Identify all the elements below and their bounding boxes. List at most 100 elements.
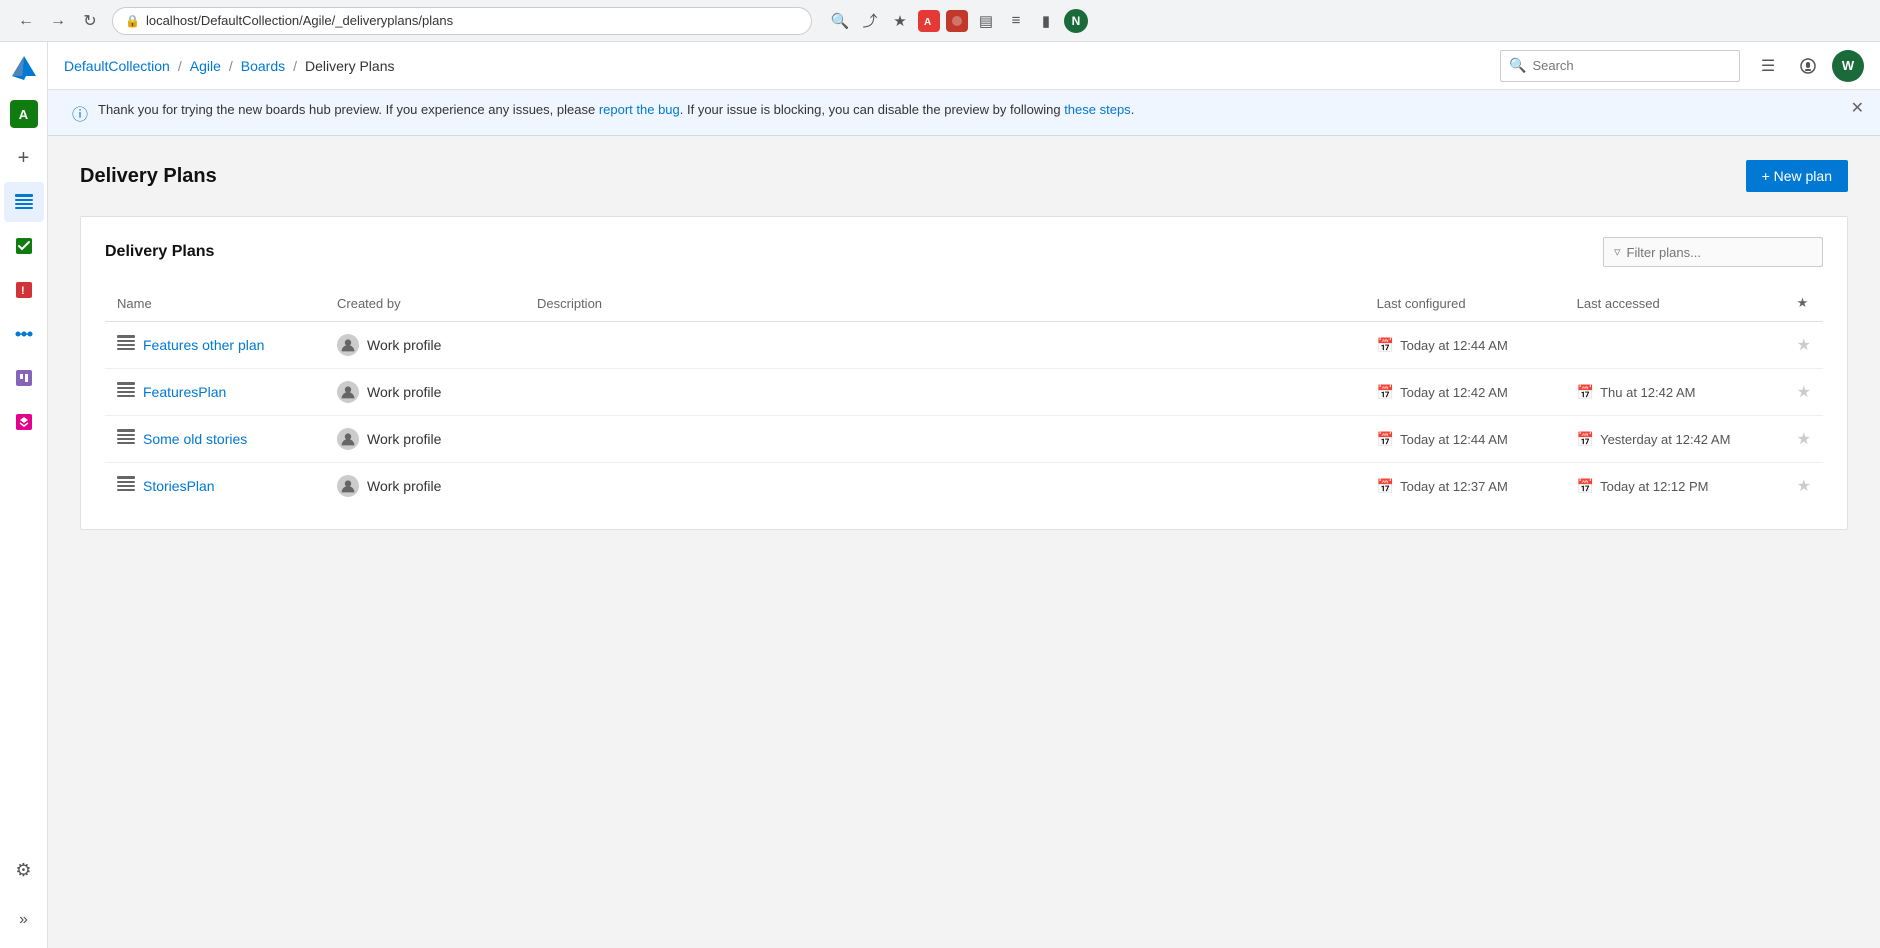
sidebar-tasks-icon[interactable] [4, 226, 44, 266]
last-configured-cell: 📅 Today at 12:44 AM [1377, 337, 1553, 354]
banner-link-report[interactable]: report the bug [599, 102, 680, 117]
calendar-icon: 📅 [1377, 431, 1394, 448]
back-button[interactable]: ← [12, 7, 40, 35]
last-configured-text: Today at 12:42 AM [1400, 385, 1508, 400]
creator-name: Work profile [367, 337, 441, 353]
sidebar-settings-icon[interactable]: ⚙ [4, 850, 44, 890]
calendar-accessed-icon: 📅 [1577, 384, 1594, 401]
table-row: FeaturesPlan Work profile 📅 Today at 12:… [105, 369, 1823, 416]
favorite-button[interactable]: ★ [1797, 382, 1811, 402]
calendar-accessed-icon: 📅 [1577, 478, 1594, 495]
plan-name-cell: Features other plan [117, 335, 313, 356]
sidebar-expand-icon[interactable]: » [4, 900, 44, 940]
sidebar-boards-icon[interactable] [4, 182, 44, 222]
sidebar-toggle-icon[interactable]: ▮ [1034, 9, 1058, 33]
plan-description [525, 322, 1365, 369]
breadcrumb-boards[interactable]: Boards [241, 58, 285, 74]
search-box[interactable]: 🔍 [1500, 50, 1740, 82]
sidebar-issues-icon[interactable]: ! [4, 270, 44, 310]
creator-avatar [337, 381, 359, 403]
favorite-button[interactable]: ★ [1797, 335, 1811, 355]
calendar-icon: 📅 [1377, 337, 1394, 354]
svg-text:!: ! [21, 285, 25, 297]
plan-name-cell: Some old stories [117, 429, 313, 450]
sidebar-artifacts-icon[interactable] [4, 402, 44, 442]
ext2-icon[interactable] [946, 10, 968, 32]
address-bar[interactable]: 🔒 localhost/DefaultCollection/Agile/_del… [112, 7, 812, 35]
sidebar-test-icon[interactable] [4, 358, 44, 398]
nav-list-icon[interactable]: ☰ [1752, 50, 1784, 82]
sidebar: A + ! [0, 42, 48, 948]
table-row: Features other plan Work profile 📅 Today… [105, 322, 1823, 369]
plan-name-link[interactable]: Some old stories [143, 431, 247, 447]
menu-icon[interactable]: ≡ [1004, 9, 1028, 33]
content-area: ⓘ Thank you for trying the new boards hu… [48, 90, 1880, 948]
col-header-configured: Last configured [1365, 287, 1565, 322]
search-icon: 🔍 [1509, 57, 1526, 74]
plan-name-link[interactable]: Features other plan [143, 337, 264, 353]
info-banner: ⓘ Thank you for trying the new boards hu… [48, 90, 1880, 136]
breadcrumb-sep3: / [293, 58, 297, 74]
refresh-button[interactable]: ↻ [76, 7, 104, 35]
nav-badge-icon[interactable] [1792, 50, 1824, 82]
zoom-icon[interactable]: 🔍 [828, 9, 852, 33]
col-header-created: Created by [325, 287, 525, 322]
filter-box[interactable]: ▿ [1603, 237, 1823, 267]
user-avatar[interactable]: W [1832, 50, 1864, 82]
browser-chrome: ← → ↻ 🔒 localhost/DefaultCollection/Agil… [0, 0, 1880, 42]
creator-avatar [337, 334, 359, 356]
last-accessed-cell: 📅 Thu at 12:42 AM [1577, 384, 1773, 401]
last-accessed-text: Yesterday at 12:42 AM [1600, 432, 1730, 447]
table-row: StoriesPlan Work profile 📅 Today at 12:3… [105, 463, 1823, 510]
plan-icon [117, 476, 135, 497]
plan-description [525, 416, 1365, 463]
breadcrumb-agile[interactable]: Agile [190, 58, 221, 74]
browser-user-avatar[interactable]: N [1064, 9, 1088, 33]
plan-name-link[interactable]: StoriesPlan [143, 478, 215, 494]
col-header-desc: Description [525, 287, 1365, 322]
sidebar-add-button[interactable]: + [4, 138, 44, 178]
forward-button[interactable]: → [44, 7, 72, 35]
last-configured-text: Today at 12:44 AM [1400, 338, 1508, 353]
app-container: A + ! [0, 42, 1880, 948]
plans-card: Delivery Plans ▿ Name Created by Descrip… [80, 216, 1848, 530]
page-content: Delivery Plans + New plan Delivery Plans… [48, 136, 1880, 554]
plans-table: Name Created by Description Last configu… [105, 287, 1823, 509]
filter-icon: ▿ [1614, 244, 1621, 260]
bookmark-icon[interactable]: ★ [888, 9, 912, 33]
last-configured-text: Today at 12:44 AM [1400, 432, 1508, 447]
lock-icon: 🔒 [125, 14, 140, 28]
last-accessed-text: Thu at 12:42 AM [1600, 385, 1695, 400]
col-header-accessed: Last accessed [1565, 287, 1785, 322]
azure-logo[interactable] [8, 52, 40, 84]
last-accessed-text: Today at 12:12 PM [1600, 479, 1708, 494]
creator-cell: Work profile [337, 381, 513, 403]
info-icon: ⓘ [72, 101, 88, 125]
plans-card-header: Delivery Plans ▿ [105, 237, 1823, 267]
favorite-button[interactable]: ★ [1797, 476, 1811, 496]
calendar-icon: 📅 [1377, 384, 1394, 401]
banner-close-button[interactable]: ✕ [1851, 98, 1864, 118]
extensions-icon[interactable]: ▤ [974, 9, 998, 33]
favorite-button[interactable]: ★ [1797, 429, 1811, 449]
breadcrumb-defaultcollection[interactable]: DefaultCollection [64, 58, 170, 74]
creator-cell: Work profile [337, 428, 513, 450]
url-text: localhost/DefaultCollection/Agile/_deliv… [146, 13, 453, 28]
creator-name: Work profile [367, 431, 441, 447]
sidebar-avatar[interactable]: A [4, 94, 44, 134]
last-accessed-cell: 📅 Today at 12:12 PM [1577, 478, 1773, 495]
col-header-name: Name [105, 287, 325, 322]
plan-name-cell: FeaturesPlan [117, 382, 313, 403]
search-input[interactable] [1532, 58, 1731, 73]
new-plan-button[interactable]: + New plan [1746, 160, 1848, 192]
plan-icon [117, 429, 135, 450]
calendar-icon: 📅 [1377, 478, 1394, 495]
filter-input[interactable] [1627, 245, 1812, 260]
nav-right-icons: ☰ W [1752, 50, 1864, 82]
ext1-icon[interactable]: A [918, 10, 940, 32]
sidebar-pipelines-icon[interactable] [4, 314, 44, 354]
plan-name-link[interactable]: FeaturesPlan [143, 384, 226, 400]
banner-link-steps[interactable]: these steps [1064, 102, 1131, 117]
share-icon[interactable]: ⤴ [858, 9, 882, 33]
last-configured-cell: 📅 Today at 12:44 AM [1377, 431, 1553, 448]
